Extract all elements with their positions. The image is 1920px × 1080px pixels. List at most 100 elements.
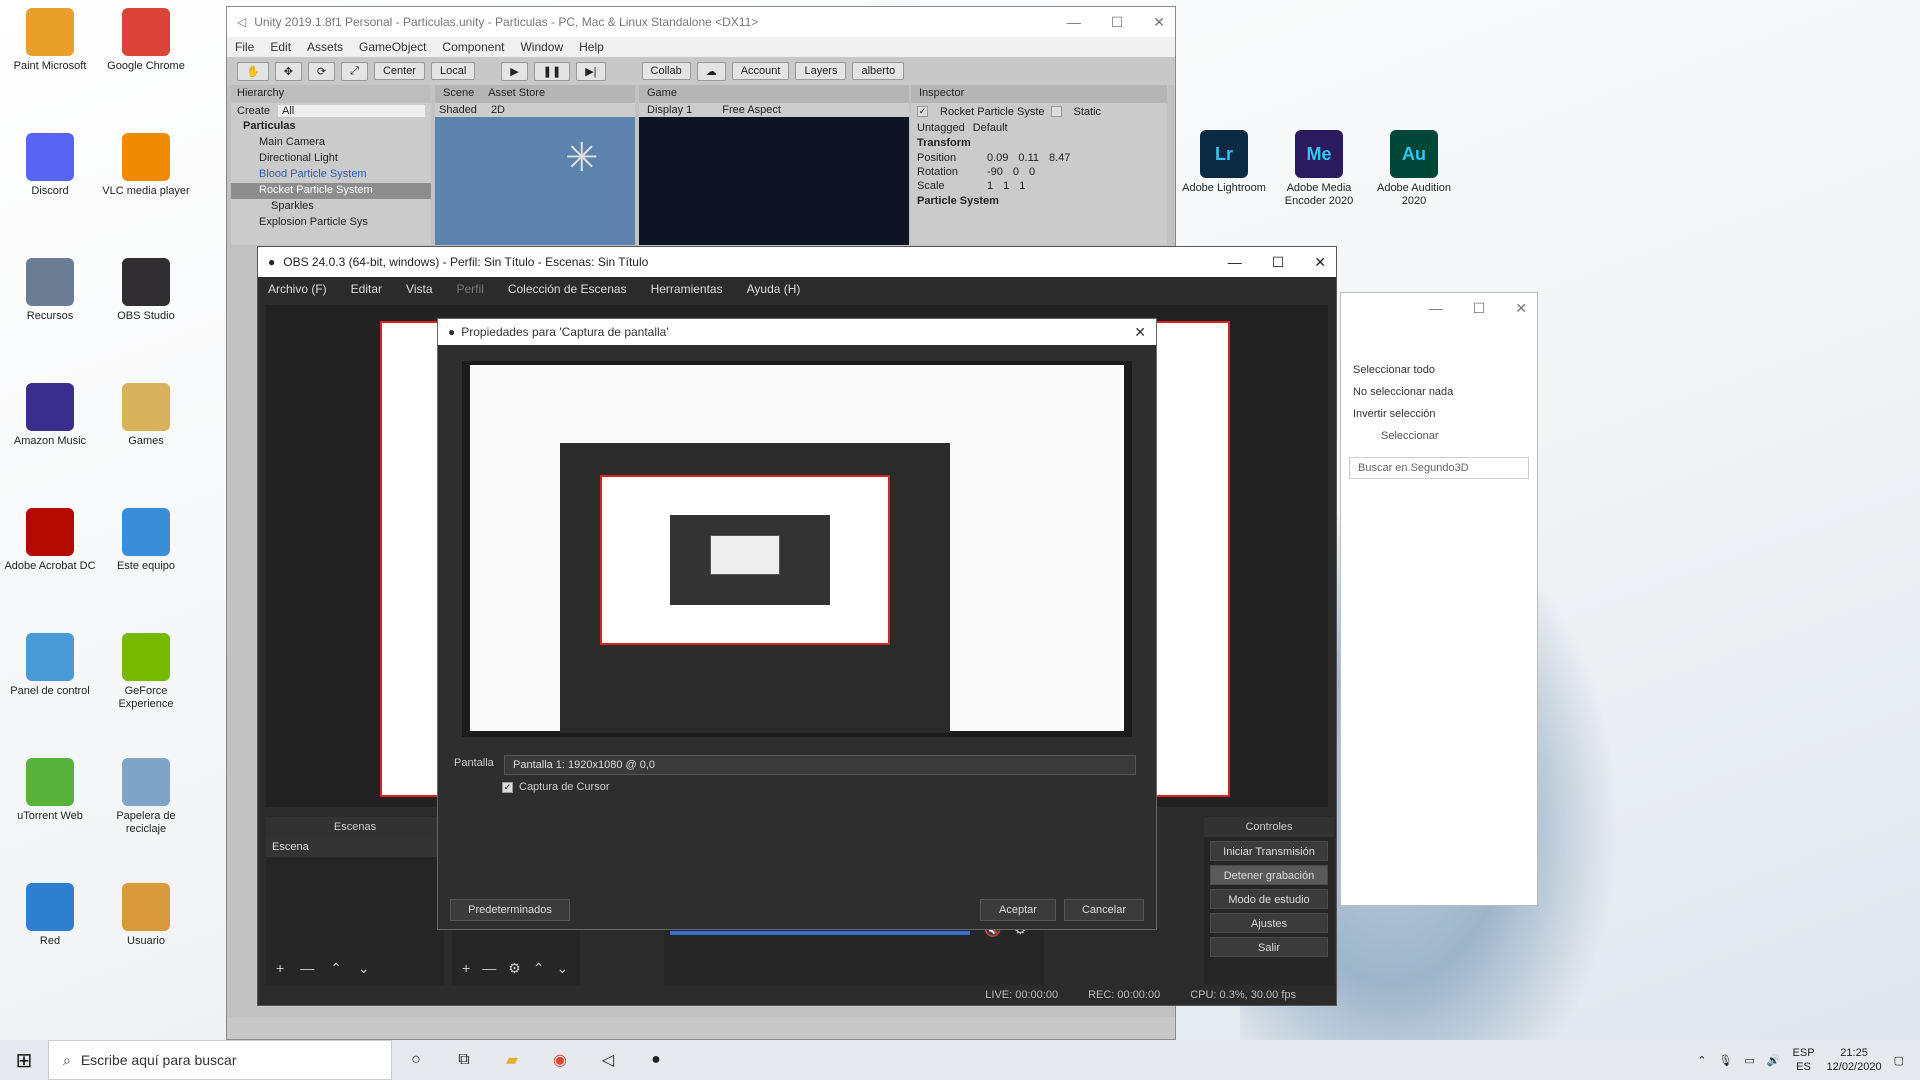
desktop-icon[interactable]: Paint Microsoft — [2, 8, 98, 73]
menu-archivo[interactable]: Archivo (F) — [268, 282, 327, 296]
notifications-icon[interactable]: ▢ — [1894, 1054, 1904, 1067]
add-icon[interactable]: + — [462, 960, 470, 977]
close-icon[interactable]: ✕ — [1314, 254, 1326, 271]
explorer-search[interactable]: Buscar en Segundo3D — [1349, 457, 1529, 479]
scene-root[interactable]: Particulas — [231, 119, 431, 135]
asset-store-tab[interactable]: Asset Store — [488, 87, 545, 101]
stop-recording-button[interactable]: Detener grabación — [1210, 865, 1328, 885]
chrome-icon[interactable]: ◉ — [536, 1040, 584, 1080]
cursor-checkbox[interactable]: ✓ — [502, 781, 513, 793]
maximize-icon[interactable]: ☐ — [1473, 300, 1486, 317]
invert-selection-item[interactable]: Invertir selección — [1341, 403, 1537, 425]
active-checkbox[interactable]: ✓ — [917, 106, 928, 117]
collab-button[interactable]: Collab — [641, 62, 691, 80]
menu-edit[interactable]: Edit — [270, 40, 291, 54]
pivot-center-button[interactable]: Center — [373, 62, 425, 80]
step-icon[interactable]: ▶| — [576, 61, 606, 81]
rot-y[interactable]: 0 — [1013, 166, 1019, 178]
menu-perfil[interactable]: Perfil — [457, 282, 484, 296]
start-streaming-button[interactable]: Iniciar Transmisión — [1210, 841, 1328, 861]
pos-z[interactable]: 8.47 — [1049, 152, 1070, 164]
desktop-icon[interactable]: Panel de control — [2, 633, 98, 698]
pause-icon[interactable]: ❚❚ — [533, 61, 571, 81]
hierarchy-search[interactable]: All — [278, 105, 425, 117]
close-icon[interactable]: ✕ — [1515, 300, 1527, 317]
unity-icon[interactable]: ◁ — [584, 1040, 632, 1080]
add-icon[interactable]: + — [276, 960, 284, 977]
desktop-icon[interactable]: Papelera de reciclaje — [98, 758, 194, 836]
defaults-button[interactable]: Predeterminados — [450, 899, 570, 921]
gear-icon[interactable]: ⚙ — [508, 960, 521, 977]
volume-icon[interactable]: 🔊 — [1767, 1054, 1781, 1067]
cancel-button[interactable]: Cancelar — [1064, 899, 1144, 921]
rot-z[interactable]: 0 — [1029, 166, 1035, 178]
scale-z[interactable]: 1 — [1019, 180, 1025, 192]
down-icon[interactable]: ⌄ — [556, 960, 568, 977]
rot-x[interactable]: -90 — [987, 166, 1003, 178]
scale-x[interactable]: 1 — [987, 180, 993, 192]
task-view-icon[interactable]: ⧉ — [440, 1040, 488, 1080]
desktop-icon[interactable]: Usuario — [98, 883, 194, 948]
menu-coleccion[interactable]: Colección de Escenas — [508, 282, 627, 296]
pivot-local-button[interactable]: Local — [430, 62, 476, 80]
desktop-icon[interactable]: Au Adobe Audition 2020 — [1366, 130, 1462, 208]
menu-gameobject[interactable]: GameObject — [359, 40, 426, 54]
pos-x[interactable]: 0.09 — [987, 152, 1008, 164]
remove-icon[interactable]: — — [300, 960, 314, 977]
minimize-icon[interactable]: — — [1228, 254, 1242, 271]
account-button[interactable]: Account — [731, 62, 790, 80]
inspector-tab[interactable]: Inspector — [911, 85, 1167, 103]
volume-slider[interactable] — [670, 931, 970, 935]
maximize-icon[interactable]: ☐ — [1111, 14, 1124, 31]
close-icon[interactable]: ✕ — [1134, 324, 1146, 341]
studio-mode-button[interactable]: Modo de estudio — [1210, 889, 1328, 909]
language-indicator[interactable]: ESP ES — [1793, 1046, 1815, 1074]
hierarchy-item[interactable]: Directional Light — [231, 151, 431, 167]
desktop-icon[interactable]: uTorrent Web — [2, 758, 98, 823]
mode-2d-toggle[interactable]: 2D — [491, 104, 505, 116]
tag-dropdown[interactable]: Untagged — [917, 122, 965, 134]
menu-window[interactable]: Window — [520, 40, 563, 54]
minimize-icon[interactable]: — — [1067, 14, 1081, 31]
desktop-icon[interactable]: Me Adobe Media Encoder 2020 — [1271, 130, 1367, 208]
cloud-icon[interactable]: ☁ — [696, 61, 726, 81]
desktop-icon[interactable]: GeForce Experience — [98, 633, 194, 711]
game-view[interactable]: Game Display 1 Free Aspect — [639, 85, 909, 245]
menu-vista[interactable]: Vista — [406, 282, 432, 296]
play-icon[interactable]: ▶ — [501, 61, 528, 81]
windows-start-icon[interactable]: ⊞ — [0, 1040, 48, 1080]
menu-assets[interactable]: Assets — [307, 40, 343, 54]
hierarchy-item[interactable]: Sparkles — [231, 199, 431, 215]
hierarchy-item[interactable]: Main Camera — [231, 135, 431, 151]
close-icon[interactable]: ✕ — [1153, 14, 1165, 31]
scale-tool-icon[interactable]: ⤢ — [341, 61, 368, 81]
aspect-dropdown[interactable]: Free Aspect — [722, 104, 781, 116]
clock[interactable]: 21:25 12/02/2020 — [1827, 1046, 1882, 1074]
scale-y[interactable]: 1 — [1003, 180, 1009, 192]
accept-button[interactable]: Aceptar — [980, 899, 1056, 921]
menu-herramientas[interactable]: Herramientas — [651, 282, 723, 296]
shaded-dropdown[interactable]: Shaded — [439, 104, 477, 116]
display-dropdown[interactable]: Display 1 — [647, 104, 692, 116]
exit-button[interactable]: Salir — [1210, 937, 1328, 957]
particle-system-header[interactable]: Particle System — [911, 193, 1167, 209]
up-icon[interactable]: ⌃ — [330, 960, 342, 977]
menu-help[interactable]: Help — [579, 40, 604, 54]
menu-component[interactable]: Component — [442, 40, 504, 54]
scene-item[interactable]: Escena — [266, 837, 444, 857]
chevron-up-icon[interactable]: ⌃ — [1697, 1054, 1706, 1067]
cortana-icon[interactable]: ○ — [392, 1040, 440, 1080]
down-icon[interactable]: ⌄ — [358, 960, 370, 977]
desktop-icon[interactable]: Recursos — [2, 258, 98, 323]
hierarchy-item[interactable]: Explosion Particle Sys — [231, 215, 431, 231]
desktop-icon[interactable]: Discord — [2, 133, 98, 198]
pos-y[interactable]: 0.11 — [1018, 152, 1039, 164]
network-icon[interactable]: ▭ — [1744, 1054, 1754, 1067]
scene-tab[interactable]: Scene — [443, 87, 474, 101]
layout-button[interactable]: alberto — [852, 62, 905, 80]
layers-button[interactable]: Layers — [795, 62, 847, 80]
menu-file[interactable]: File — [235, 40, 254, 54]
menu-ayuda[interactable]: Ayuda (H) — [747, 282, 801, 296]
scene-view[interactable]: Scene Asset Store Shaded 2D ✳ — [435, 85, 635, 245]
desktop-icon[interactable]: Games — [98, 383, 194, 448]
